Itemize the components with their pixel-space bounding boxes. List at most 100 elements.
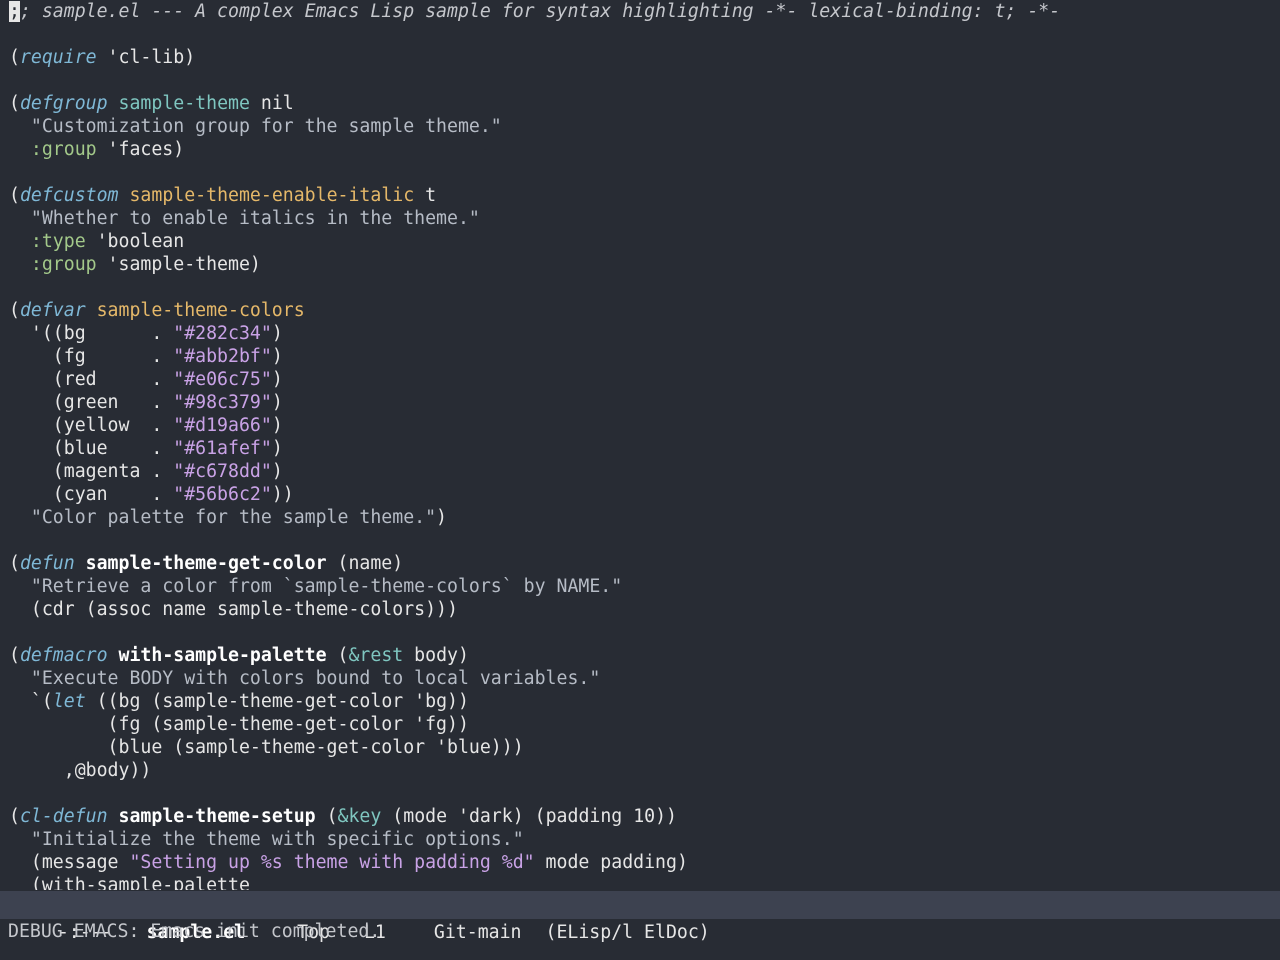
- code-token: t: [414, 185, 437, 206]
- code-line[interactable]: (defvar sample-theme-colors: [9, 299, 1271, 322]
- code-token: "Color palette for the sample theme.": [9, 507, 437, 528]
- code-line[interactable]: (defgroup sample-theme nil: [9, 92, 1271, 115]
- code-token: (: [9, 806, 20, 827]
- echo-area: DEBUG EMACS: Emacs init completed.: [8, 921, 381, 942]
- code-token: (magenta .: [9, 461, 174, 482]
- code-line[interactable]: (magenta . "#c678dd"): [9, 460, 1271, 483]
- code-token: ): [271, 461, 283, 482]
- code-token: mode padding): [534, 852, 688, 873]
- code-line[interactable]: (cl-defun sample-theme-setup (&key (mode…: [9, 805, 1271, 828]
- code-token: require: [19, 47, 97, 68]
- code-line[interactable]: (cyan . "#56b6c2")): [9, 483, 1271, 506]
- code-token: "#282c34": [173, 323, 272, 344]
- code-token: (with-sample-palette: [9, 875, 250, 890]
- code-token: sample-theme-colors: [96, 300, 305, 321]
- code-token: defmacro: [19, 645, 108, 666]
- code-token: (blue (sample-theme-get-color 'blue))): [9, 737, 524, 758]
- code-line[interactable]: (defcustom sample-theme-enable-italic t: [9, 184, 1271, 207]
- code-token: with-sample-palette: [118, 645, 327, 666]
- code-line[interactable]: (cdr (assoc name sample-theme-colors))): [9, 598, 1271, 621]
- code-line[interactable]: [9, 621, 1271, 644]
- code-line[interactable]: (fg (sample-theme-get-color 'fg)): [9, 713, 1271, 736]
- code-token: (mode 'dark) (padding 10)): [381, 806, 677, 827]
- code-token: (red .: [9, 369, 174, 390]
- code-token: "#c678dd": [173, 461, 272, 482]
- code-line[interactable]: (defmacro with-sample-palette (&rest bod…: [9, 644, 1271, 667]
- code-line[interactable]: (blue (sample-theme-get-color 'blue))): [9, 736, 1271, 759]
- code-token: "#abb2bf": [173, 346, 272, 367]
- code-token: cl-defun: [19, 806, 108, 827]
- code-token: sample-theme-enable-italic: [129, 185, 415, 206]
- code-token: 'cl-lib): [96, 47, 196, 68]
- code-token: ): [271, 346, 283, 367]
- code-line[interactable]: (with-sample-palette: [9, 874, 1271, 890]
- code-line[interactable]: "Whether to enable italics in the theme.…: [9, 207, 1271, 230]
- code-line[interactable]: "Initialize the theme with specific opti…: [9, 828, 1271, 851]
- code-line[interactable]: "Color palette for the sample theme."): [9, 506, 1271, 529]
- code-line[interactable]: :group 'sample-theme): [9, 253, 1271, 276]
- code-token: defun: [19, 553, 75, 574]
- code-token: (green .: [9, 392, 174, 413]
- code-token: (: [9, 553, 20, 574]
- code-line[interactable]: (defun sample-theme-get-color (name): [9, 552, 1271, 575]
- code-token: (name): [326, 553, 404, 574]
- code-line[interactable]: '((bg . "#282c34"): [9, 322, 1271, 345]
- code-token: "#d19a66": [173, 415, 272, 436]
- code-token: "Retrieve a color from `sample-theme-col…: [9, 576, 623, 597]
- code-token: defgroup: [19, 93, 108, 114]
- code-token: sample-theme: [118, 93, 250, 114]
- editor-buffer[interactable]: ;; sample.el --- A complex Emacs Lisp sa…: [9, 0, 1271, 890]
- code-line[interactable]: (message "Setting up %s theme with paddi…: [9, 851, 1271, 874]
- code-token: sample-theme-setup: [118, 806, 316, 827]
- code-token: (: [9, 93, 20, 114]
- code-token: defvar: [19, 300, 86, 321]
- code-token: `(: [9, 691, 53, 712]
- code-token: "#61afef": [173, 438, 272, 459]
- code-token: defcustom: [19, 185, 119, 206]
- code-line[interactable]: (yellow . "#d19a66"): [9, 414, 1271, 437]
- code-line[interactable]: [9, 782, 1271, 805]
- code-token: ): [271, 323, 283, 344]
- code-line[interactable]: (fg . "#abb2bf"): [9, 345, 1271, 368]
- code-line[interactable]: "Retrieve a color from `sample-theme-col…: [9, 575, 1271, 598]
- code-line[interactable]: :group 'faces): [9, 138, 1271, 161]
- code-line[interactable]: [9, 529, 1271, 552]
- code-token: (cyan .: [9, 484, 174, 505]
- code-token: &key: [337, 806, 382, 827]
- code-token: (: [9, 185, 20, 206]
- code-token: "#56b6c2": [173, 484, 272, 505]
- code-line[interactable]: `(let ((bg (sample-theme-get-color 'bg)): [9, 690, 1271, 713]
- code-line[interactable]: (require 'cl-lib): [9, 46, 1271, 69]
- code-token: ): [271, 415, 283, 436]
- code-token: 'faces): [96, 139, 185, 160]
- code-line[interactable]: :type 'boolean: [9, 230, 1271, 253]
- code-line[interactable]: (green . "#98c379"): [9, 391, 1271, 414]
- code-token: (: [315, 806, 338, 827]
- code-line[interactable]: ;; sample.el --- A complex Emacs Lisp sa…: [9, 0, 1271, 23]
- code-token: ; sample.el --- A complex Emacs Lisp sam…: [19, 1, 1061, 22]
- code-token: ((bg (sample-theme-get-color 'bg)): [85, 691, 469, 712]
- code-line[interactable]: "Execute BODY with colors bound to local…: [9, 667, 1271, 690]
- code-line[interactable]: [9, 23, 1271, 46]
- code-token: (: [9, 645, 20, 666]
- code-line[interactable]: ,@body)): [9, 759, 1271, 782]
- code-line[interactable]: [9, 161, 1271, 184]
- code-line[interactable]: (red . "#e06c75"): [9, 368, 1271, 391]
- code-token: "Initialize the theme with specific opti…: [9, 829, 524, 850]
- code-token: ): [436, 507, 447, 528]
- code-line[interactable]: "Customization group for the sample them…: [9, 115, 1271, 138]
- code-token: (yellow .: [9, 415, 174, 436]
- code-line[interactable]: (blue . "#61afef"): [9, 437, 1271, 460]
- code-token: body): [403, 645, 469, 666]
- code-token: nil: [249, 93, 294, 114]
- code-line[interactable]: [9, 69, 1271, 92]
- emacs-frame: ;; sample.el --- A complex Emacs Lisp sa…: [0, 0, 1280, 960]
- code-token: ): [271, 392, 283, 413]
- code-token: (: [9, 300, 20, 321]
- code-line[interactable]: [9, 276, 1271, 299]
